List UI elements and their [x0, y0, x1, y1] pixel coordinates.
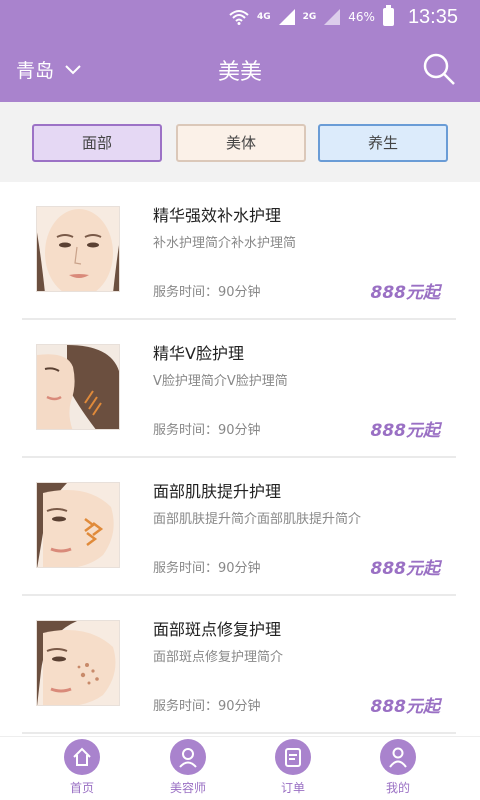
search-icon[interactable] — [422, 52, 456, 86]
service-duration: 服务时间：90分钟 — [153, 423, 261, 438]
order-icon — [275, 739, 311, 775]
beautician-icon — [170, 739, 206, 775]
service-thumbnail — [36, 344, 120, 430]
nav-beautician[interactable]: 美容师 — [152, 739, 224, 796]
network-type-label: 4G — [256, 12, 271, 22]
service-desc: 面部肌肤提升简介面部肌肤提升简介 — [153, 512, 362, 527]
service-price: 888元起 — [370, 559, 441, 579]
service-duration: 服务时间：90分钟 — [153, 561, 261, 576]
face-spots-image — [37, 621, 119, 705]
service-thumbnail — [36, 482, 120, 568]
service-duration: 服务时间：90分钟 — [153, 699, 261, 714]
service-item[interactable]: 精华V脸护理 V脸护理简介V脸护理简 服务时间：90分钟 888元起 — [22, 320, 456, 458]
nav-me-label: 我的 — [385, 781, 410, 795]
service-desc: V脸护理简介V脸护理简 — [153, 374, 288, 389]
battery-percent: 46% — [348, 10, 375, 24]
tab-body[interactable]: 美体 — [176, 124, 306, 162]
status-bar: 4G 2G 46% 13:35 — [0, 0, 480, 34]
nav-me[interactable]: 我的 — [362, 739, 434, 796]
service-item[interactable]: 精华强效补水护理 补水护理简介补水护理简 服务时间：90分钟 888元起 — [22, 182, 456, 320]
nav-beautician-label: 美容师 — [169, 781, 206, 795]
service-duration: 服务时间：90分钟 — [153, 285, 261, 300]
bottom-nav: 首页 美容师 订单 我的 — [0, 736, 480, 800]
service-item[interactable]: 面部肌肤提升护理 面部肌肤提升简介面部肌肤提升简介 服务时间：90分钟 888元… — [22, 458, 456, 596]
service-name: 精华V脸护理 — [153, 344, 244, 363]
service-price: 888元起 — [370, 697, 441, 717]
service-name: 面部斑点修复护理 — [153, 620, 282, 639]
service-name: 面部肌肤提升护理 — [153, 482, 282, 501]
tab-face[interactable]: 面部 — [32, 124, 162, 162]
signal-icon — [278, 9, 295, 25]
service-desc: 面部斑点修复护理简介 — [153, 650, 284, 665]
category-tabs: 面部 美体 养生 — [0, 102, 480, 182]
service-thumbnail — [36, 206, 120, 292]
face-profile-image — [37, 345, 119, 429]
service-desc: 补水护理简介补水护理简 — [153, 236, 297, 251]
nav-orders-label: 订单 — [280, 781, 305, 795]
clock: 13:35 — [407, 5, 458, 28]
page-title: 美美 — [217, 60, 262, 85]
service-item[interactable]: 面部斑点修复护理 面部斑点修复护理简介 服务时间：90分钟 888元起 — [22, 596, 456, 734]
wifi-icon — [229, 10, 249, 25]
signal-icon-2 — [324, 9, 341, 25]
battery-icon — [382, 5, 394, 26]
service-price: 888元起 — [370, 283, 441, 303]
service-name: 精华强效补水护理 — [153, 206, 282, 225]
home-icon — [64, 739, 100, 775]
face-lift-image — [37, 483, 119, 567]
app-header: 青岛 美美 — [0, 34, 480, 102]
service-price: 888元起 — [370, 421, 441, 441]
nav-orders[interactable]: 订单 — [257, 739, 329, 796]
service-thumbnail — [36, 620, 120, 706]
nav-home-label: 首页 — [69, 781, 94, 795]
service-list: 精华强效补水护理 补水护理简介补水护理简 服务时间：90分钟 888元起 精华V… — [0, 182, 480, 736]
network-type-label-2: 2G — [302, 12, 317, 22]
user-icon — [380, 739, 416, 775]
face-image — [37, 207, 119, 291]
nav-home[interactable]: 首页 — [46, 739, 118, 796]
tab-wellness[interactable]: 养生 — [318, 124, 448, 162]
